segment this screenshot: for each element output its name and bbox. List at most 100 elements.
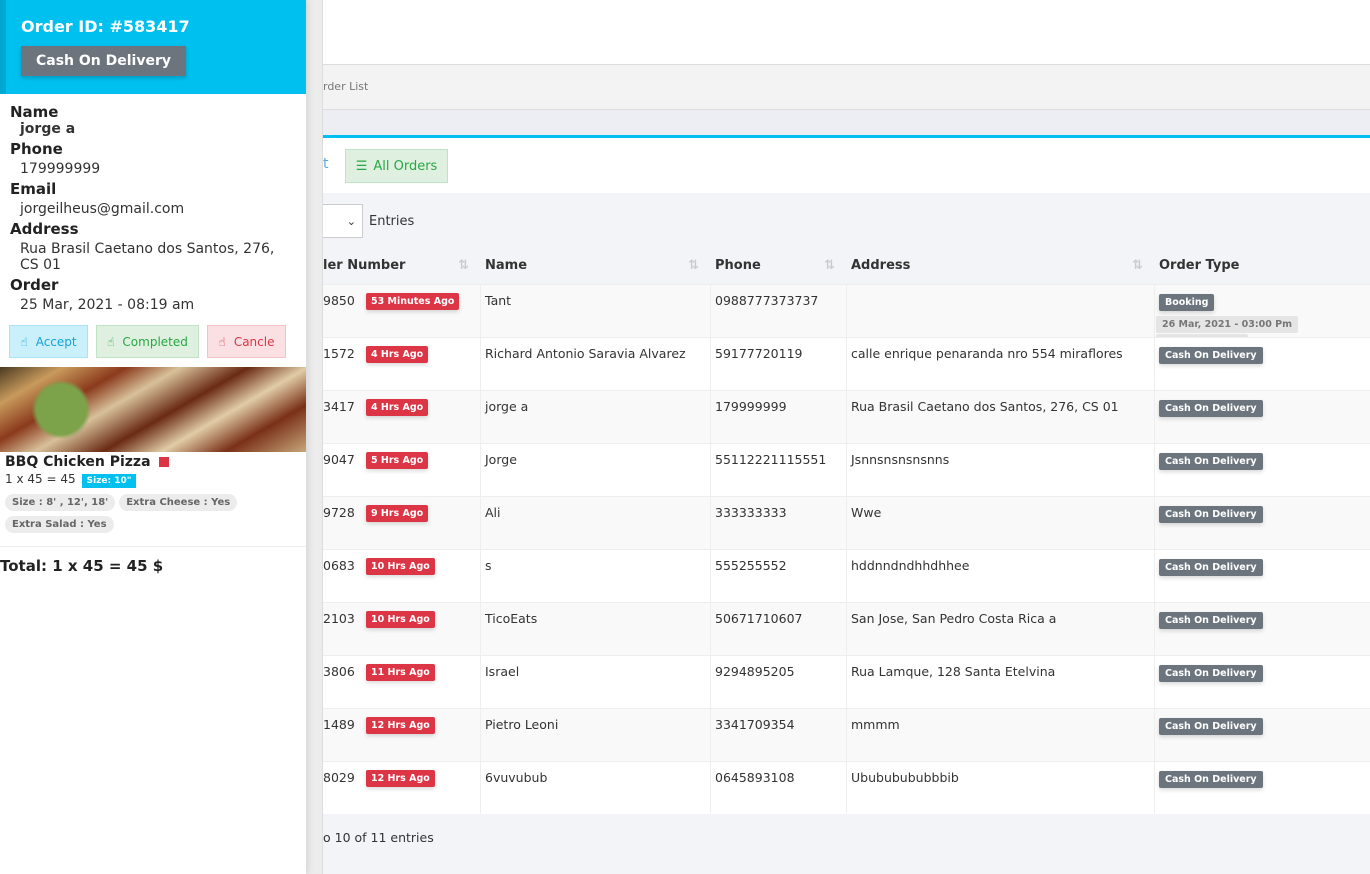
breadcrumb[interactable]: rder List — [323, 65, 1370, 110]
customer-name: TicoEats — [485, 611, 538, 626]
customer-address: Wwe — [851, 505, 882, 520]
customer-phone: 179999999 — [715, 399, 787, 414]
option-chip: Extra Cheese : Yes — [119, 494, 238, 511]
table-row[interactable]: 8029 12 Hrs Ago 6vuvubub 0645893108 Ubub… — [323, 761, 1370, 814]
customer-phone: 333333333 — [715, 505, 787, 520]
sort-icon[interactable]: ⇅ — [688, 258, 699, 273]
chevron-down-icon: ⌄ — [346, 214, 356, 228]
header-order-type[interactable]: Order Type — [1159, 258, 1239, 273]
customer-name: Ali — [485, 505, 501, 520]
cancel-button[interactable]: ☝ Cancle — [207, 325, 286, 358]
customer-name: 6vuvubub — [485, 770, 548, 785]
all-orders-label: All Orders — [373, 158, 438, 174]
order-number: 8029 — [323, 770, 355, 785]
customer-phone: 0988777373737 — [715, 293, 819, 308]
payment-badge: Cash On Delivery — [21, 46, 187, 76]
customer-phone: 555255552 — [715, 558, 787, 573]
completed-label: Completed — [122, 334, 188, 349]
table-header: ler Number ⇅ Name ⇅ Phone ⇅ Address ⇅ Or… — [323, 248, 1370, 284]
time-ago-badge: 4 Hrs Ago — [366, 399, 429, 416]
customer-name: Israel — [485, 664, 520, 679]
order-type-badge: Cash On Delivery — [1159, 559, 1263, 576]
table-row[interactable]: 9047 5 Hrs Ago Jorge 55112221115551 Jsnn… — [323, 443, 1370, 496]
entries-label: Entries — [369, 213, 415, 229]
order-type-badge: Cash On Delivery — [1159, 347, 1263, 364]
hand-pointer-icon: ☝ — [107, 334, 115, 349]
customer-phone: 55112221115551 — [715, 452, 827, 467]
item-qty: 1 x 45 = 45 — [5, 472, 76, 486]
header-name[interactable]: Name — [485, 258, 527, 273]
toolbar: t ☰ All Orders — [323, 138, 1370, 193]
order-type-badge: Cash On Delivery — [1159, 665, 1263, 682]
hand-pointer-icon: ☝ — [20, 334, 28, 349]
completed-button[interactable]: ☝ Completed — [96, 325, 199, 358]
customer-info: Name jorge a Phone 179999999 Email jorgeilheu… — [0, 94, 306, 313]
panel-header: Order ID: #583417 Cash On Delivery — [0, 0, 306, 94]
time-ago-badge: 10 Hrs Ago — [366, 611, 435, 628]
order-type-badge: Cash On Delivery — [1159, 771, 1263, 788]
sort-icon[interactable]: ⇅ — [1132, 258, 1143, 273]
table-body: 9850 53 Minutes Ago Tant 0988777373737 B… — [323, 284, 1370, 814]
order-type-badge: Cash On Delivery — [1159, 506, 1263, 523]
customer-address: hddnndndhhdhhee — [851, 558, 970, 573]
item-options: Size : 8' , 12', 18' Extra Cheese : Yes Ex… — [5, 494, 301, 538]
panel-scroll-edge — [306, 0, 323, 874]
time-ago-badge: 5 Hrs Ago — [366, 452, 429, 469]
partial-button[interactable]: t — [323, 156, 329, 172]
order-type-badge: Cash On Delivery — [1159, 612, 1263, 629]
table-row[interactable]: 1489 12 Hrs Ago Pietro Leoni 3341709354 … — [323, 708, 1370, 761]
customer-phone: 9294895205 — [715, 664, 795, 679]
sort-icon[interactable]: ⇅ — [824, 258, 835, 273]
customer-address: Rua Brasil Caetano dos Santos, 276, CS 0… — [851, 399, 1119, 414]
field-value: 25 Mar, 2021 - 08:19 am — [20, 297, 195, 313]
customer-name: Tant — [485, 293, 512, 308]
customer-phone: 3341709354 — [715, 717, 795, 732]
customer-address: Ubububububbbib — [851, 770, 959, 785]
header-phone[interactable]: Phone — [715, 258, 761, 273]
orders-table: ler Number ⇅ Name ⇅ Phone ⇅ Address ⇅ Or… — [323, 248, 1370, 814]
order-number: 1489 — [323, 717, 355, 732]
field-value: jorgeilheus@gmail.com — [20, 201, 185, 217]
card-header — [323, 110, 1370, 138]
order-number: 3806 — [323, 664, 355, 679]
entries-control: ⌄ Entries — [323, 204, 414, 238]
order-id: Order ID: #583417 — [21, 17, 190, 36]
time-ago-badge: 53 Minutes Ago — [366, 293, 460, 310]
table-row[interactable]: 9850 53 Minutes Ago Tant 0988777373737 B… — [323, 284, 1370, 351]
option-chip: Extra Salad : Yes — [5, 516, 114, 533]
customer-phone: 0645893108 — [715, 770, 795, 785]
order-type-badge: Booking — [1159, 294, 1215, 311]
header-address[interactable]: Address — [851, 258, 910, 273]
field-label: Order — [10, 276, 59, 294]
customer-name: Jorge — [485, 452, 517, 467]
item-name: BBQ Chicken Pizza — [5, 454, 151, 470]
table-row[interactable]: 3806 11 Hrs Ago Israel 9294895205 Rua La… — [323, 655, 1370, 708]
customer-name: jorge a — [485, 399, 529, 414]
table-row[interactable]: 0683 10 Hrs Ago s 555255552 hddnndndhhdh… — [323, 549, 1370, 602]
field-value: 179999999 — [20, 161, 101, 177]
order-total: Total: 1 x 45 = 45 $ — [0, 546, 306, 575]
field-label: Phone — [10, 140, 63, 158]
sort-icon[interactable]: ⇅ — [458, 258, 469, 273]
all-orders-button[interactable]: ☰ All Orders — [345, 149, 448, 183]
field-value: jorge a — [20, 121, 76, 137]
customer-address: Rua Lamque, 128 Santa Etelvina — [851, 664, 1056, 679]
customer-address: mmmm — [851, 717, 900, 732]
order-number: 9047 — [323, 452, 355, 467]
order-type-badge: Cash On Delivery — [1159, 718, 1263, 735]
field-label: Email — [10, 180, 57, 198]
table-row[interactable]: 3417 4 Hrs Ago jorge a 179999999 Rua Bra… — [323, 390, 1370, 443]
table-row[interactable]: 1572 4 Hrs Ago Richard Antonio Saravia A… — [323, 337, 1370, 390]
accept-label: Accept — [35, 334, 77, 349]
entries-select[interactable]: ⌄ — [323, 204, 363, 238]
table-row[interactable]: 2103 10 Hrs Ago TicoEats 50671710607 San… — [323, 602, 1370, 655]
booking-date: 26 Mar, 2021 - 03:00 Pm — [1156, 316, 1299, 333]
action-buttons: ☝ Accept ☝ Completed ☝ Cancle — [0, 313, 306, 358]
accept-button[interactable]: ☝ Accept — [9, 325, 88, 358]
order-number: 1572 — [323, 346, 355, 361]
header-order-number[interactable]: ler Number — [323, 258, 405, 273]
order-number: 3417 — [323, 399, 355, 414]
list-icon: ☰ — [355, 158, 368, 174]
top-navbar — [323, 0, 1370, 65]
table-row[interactable]: 9728 9 Hrs Ago Ali 333333333 Wwe Cash On… — [323, 496, 1370, 549]
